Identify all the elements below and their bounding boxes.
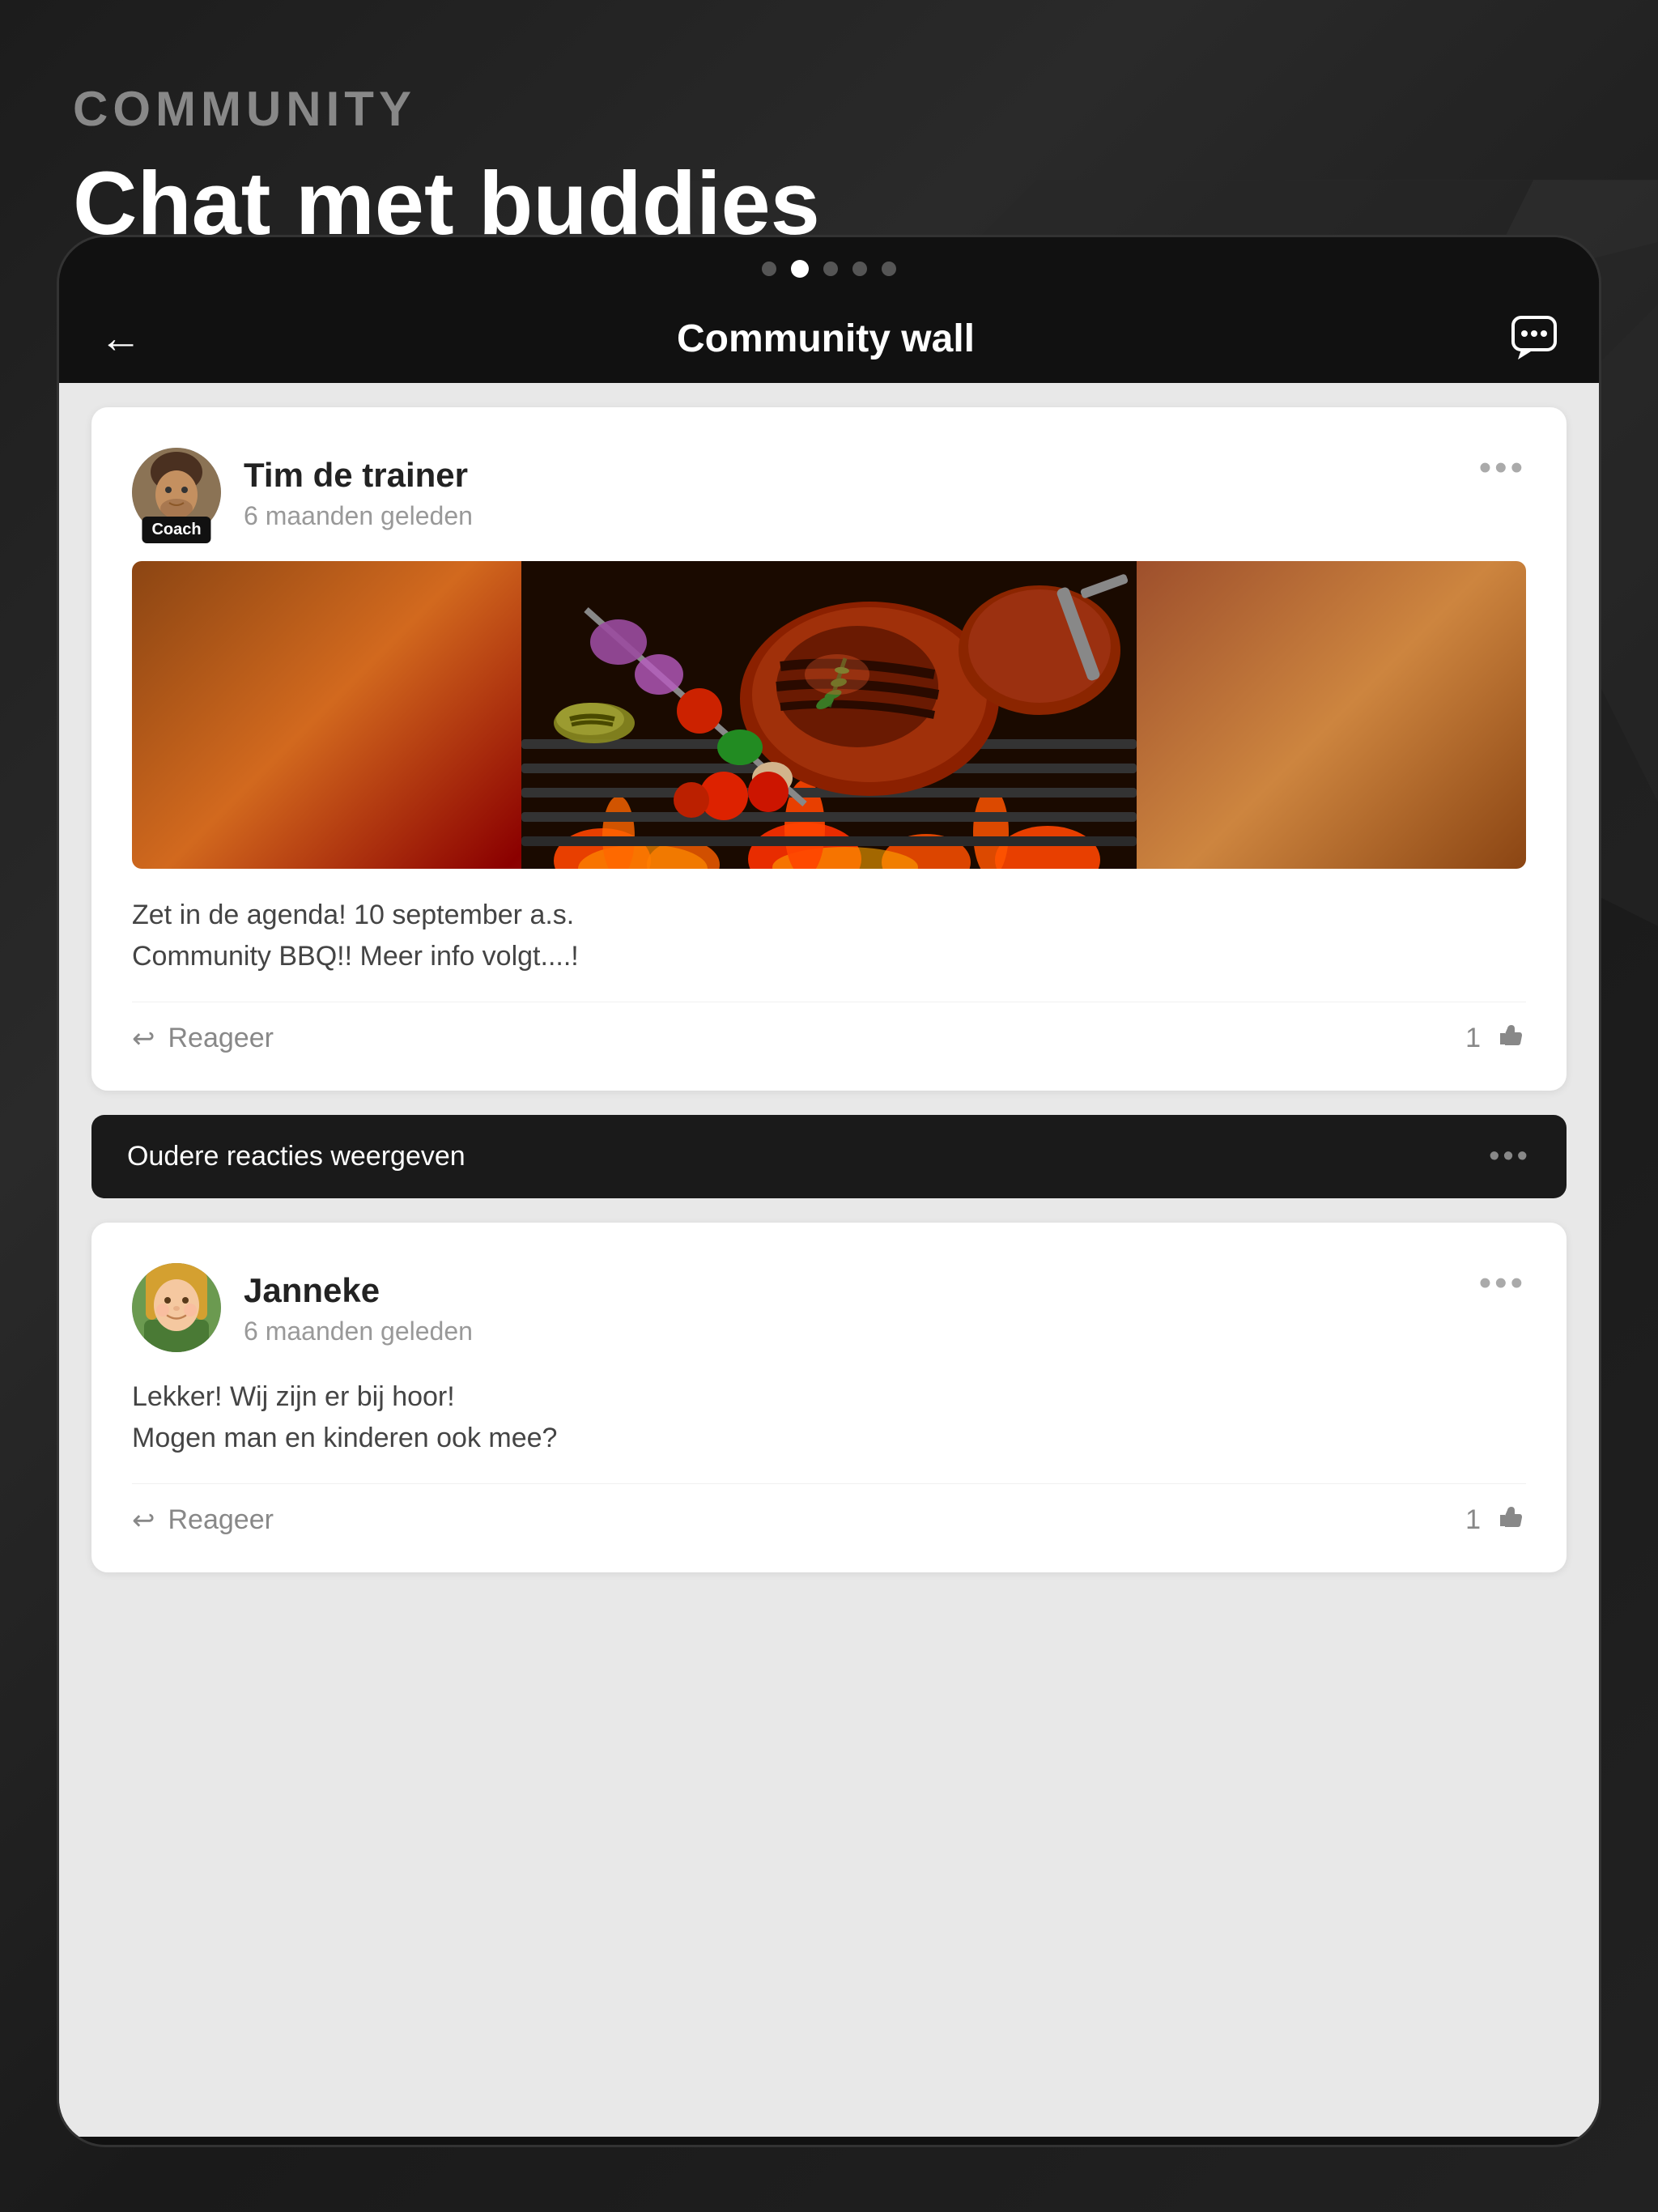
community-label: COMMUNITY bbox=[73, 81, 909, 137]
like-section: 1 bbox=[1465, 1019, 1526, 1058]
post-author-info: Coach Tim de trainer 6 maanden geleden bbox=[132, 448, 473, 537]
comment-reply-icon: ↩ bbox=[132, 1504, 155, 1537]
comment-text-line2: Mogen man en kinderen ook mee? bbox=[132, 1423, 557, 1453]
post-meta: Tim de trainer 6 maanden geleden bbox=[244, 448, 473, 531]
post-time: 6 maanden geleden bbox=[244, 501, 473, 531]
nav-title: Community wall bbox=[677, 317, 975, 361]
pagination-dots bbox=[59, 237, 1599, 294]
comment-like-section: 1 bbox=[1465, 1500, 1526, 1540]
content-area: Coach Tim de trainer 6 maanden geleden •… bbox=[59, 383, 1599, 2137]
comment-meta: Janneke 6 maanden geleden bbox=[244, 1263, 473, 1346]
post-author-name: Tim de trainer bbox=[244, 456, 473, 495]
post-more-button[interactable]: ••• bbox=[1479, 448, 1526, 488]
dot-2[interactable] bbox=[791, 260, 809, 278]
avatar-wrapper-tim: Coach bbox=[132, 448, 221, 537]
dot-1[interactable] bbox=[762, 262, 776, 276]
coach-badge: Coach bbox=[142, 517, 210, 543]
dot-5[interactable] bbox=[882, 262, 896, 276]
comment-card: Janneke 6 maanden geleden ••• Lekker! Wi… bbox=[91, 1223, 1567, 1572]
reply-icon: ↩ bbox=[132, 1023, 155, 1055]
comment-reply-label: Reageer bbox=[168, 1504, 274, 1536]
app-screen: ← Community wall bbox=[59, 294, 1599, 2137]
like-icon[interactable] bbox=[1494, 1019, 1526, 1058]
device-mockup: ← Community wall bbox=[57, 235, 1601, 2147]
comment-actions: ↩ Reageer 1 bbox=[132, 1483, 1526, 1540]
comment-author-name: Janneke bbox=[244, 1271, 473, 1310]
older-comments-more[interactable]: ••• bbox=[1489, 1139, 1531, 1174]
chat-icon[interactable] bbox=[1510, 314, 1558, 363]
comment-more-button[interactable]: ••• bbox=[1479, 1263, 1526, 1304]
avatar-janneke bbox=[132, 1263, 221, 1352]
comment-like-count: 1 bbox=[1465, 1504, 1481, 1536]
comment-text-line1: Lekker! Wij zijn er bij hoor! bbox=[132, 1381, 455, 1412]
post-text-line1: Zet in de agenda! 10 september a.s. bbox=[132, 900, 574, 930]
older-comments-label: Oudere reacties weergeven bbox=[127, 1141, 466, 1172]
comment-text: Lekker! Wij zijn er bij hoor! Mogen man … bbox=[132, 1376, 1526, 1459]
post-text: Zet in de agenda! 10 september a.s. Comm… bbox=[132, 895, 1526, 977]
comment-time: 6 maanden geleden bbox=[244, 1317, 473, 1346]
post-header: Coach Tim de trainer 6 maanden geleden •… bbox=[132, 448, 1526, 537]
older-comments-bar[interactable]: Oudere reacties weergeven ••• bbox=[91, 1115, 1567, 1198]
comment-author-info: Janneke 6 maanden geleden bbox=[132, 1263, 473, 1352]
comment-header: Janneke 6 maanden geleden ••• bbox=[132, 1263, 1526, 1352]
post-actions: ↩ Reageer 1 bbox=[132, 1002, 1526, 1058]
post-text-line2: Community BBQ!! Meer info volgt....! bbox=[132, 941, 579, 972]
dot-4[interactable] bbox=[852, 262, 867, 276]
back-button[interactable]: ← bbox=[100, 314, 142, 363]
dot-3[interactable] bbox=[823, 262, 838, 276]
reply-button[interactable]: ↩ Reageer bbox=[132, 1023, 274, 1055]
comment-reply-button[interactable]: ↩ Reageer bbox=[132, 1504, 274, 1537]
avatar-wrapper-janneke bbox=[132, 1263, 221, 1352]
comment-like-icon[interactable] bbox=[1494, 1500, 1526, 1540]
post-image bbox=[132, 561, 1526, 869]
nav-bar: ← Community wall bbox=[59, 294, 1599, 383]
post-card: Coach Tim de trainer 6 maanden geleden •… bbox=[91, 407, 1567, 1091]
reply-label: Reageer bbox=[168, 1023, 274, 1054]
like-count: 1 bbox=[1465, 1023, 1481, 1054]
